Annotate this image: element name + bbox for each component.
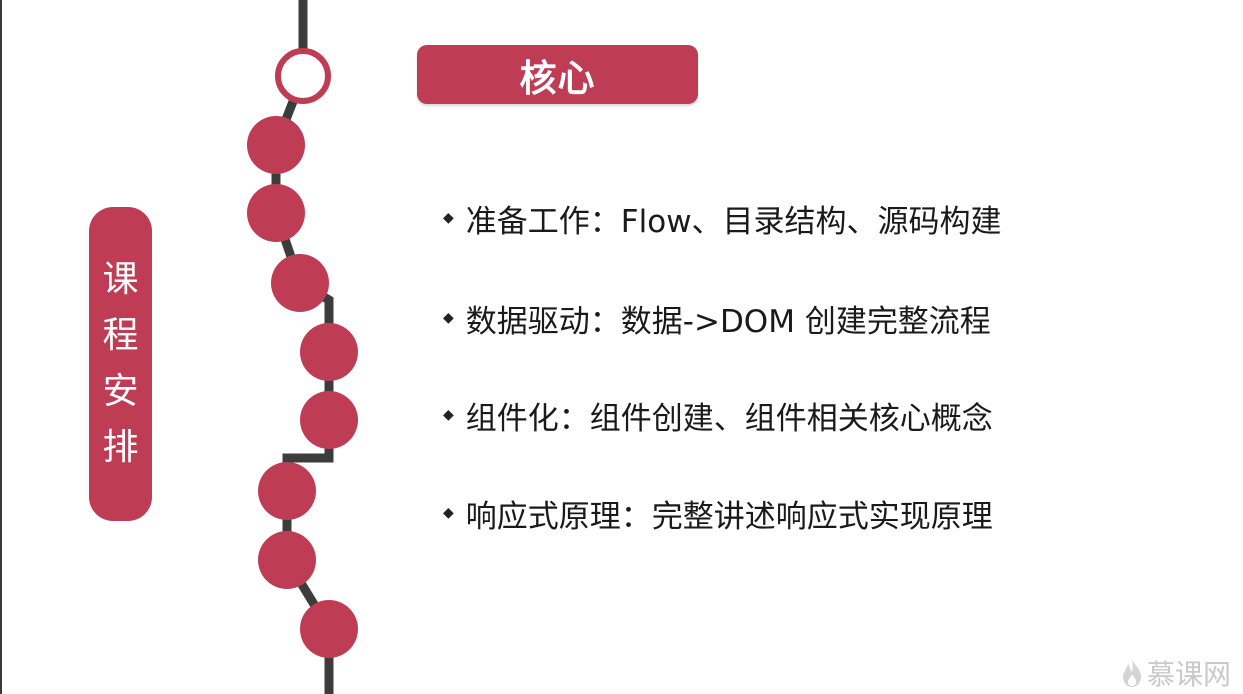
logo-text: 慕课网 (1146, 658, 1231, 691)
diamond-bullet-icon: ◆ (443, 407, 454, 423)
bullet-item: ◆ 数据驱动：数据->DOM 创建完整流程 (443, 293, 991, 343)
side-label-char: 程 (102, 315, 139, 356)
timeline-graphic (247, 0, 358, 694)
side-label-char: 安 (102, 371, 139, 412)
diamond-bullet-icon: ◆ (443, 505, 454, 521)
bullet-item: ◆ 组件化：组件创建、组件相关核心概念 (443, 390, 993, 440)
timeline-node (300, 600, 358, 658)
diamond-bullet-icon: ◆ (443, 310, 454, 326)
timeline-node (247, 116, 305, 174)
watermark-logo: 慕课网 (1121, 656, 1231, 691)
diamond-bullet-icon: ◆ (443, 210, 454, 226)
bullet-item: ◆ 准备工作：Flow、目录结构、源码构建 (443, 193, 1002, 243)
timeline-node (300, 323, 358, 381)
course-schedule-label: 课 程 安 排 (89, 207, 152, 521)
bullet-item: ◆ 响应式原理：完整讲述响应式实现原理 (443, 488, 993, 538)
timeline-node (300, 391, 358, 449)
bullet-text: 组件化：组件创建、组件相关核心概念 (465, 400, 993, 437)
timeline-node (258, 462, 316, 520)
section-title: 核心 (519, 56, 596, 100)
bullet-text: 准备工作：Flow、目录结构、源码构建 (465, 203, 1002, 240)
bullet-text: 数据驱动：数据->DOM 创建完整流程 (465, 303, 991, 340)
timeline-node (271, 254, 329, 312)
side-label-char: 排 (102, 427, 139, 468)
side-label-char: 课 (102, 259, 139, 300)
timeline-node (247, 184, 305, 242)
flame-icon (1122, 659, 1141, 687)
section-title-pill: 核心 (417, 45, 698, 104)
bullet-text: 响应式原理：完整讲述响应式实现原理 (465, 498, 993, 535)
timeline-node-current (275, 48, 331, 104)
timeline-node (258, 531, 316, 589)
